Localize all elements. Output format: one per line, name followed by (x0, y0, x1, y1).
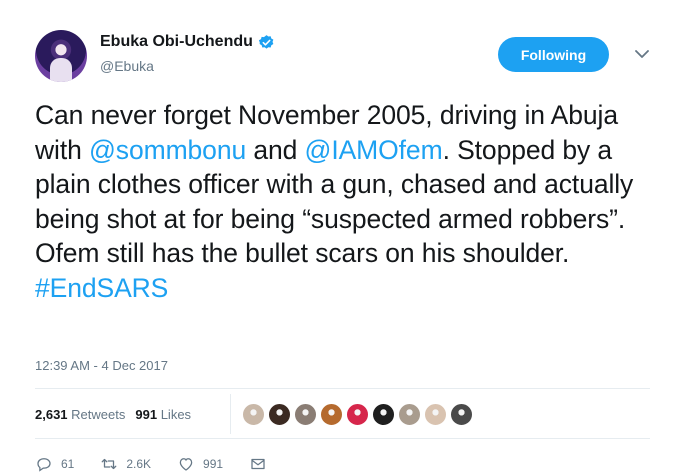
retweet-button[interactable]: 2.6K (100, 455, 151, 473)
divider (35, 438, 650, 439)
retweets-count: 2,631 (35, 407, 68, 422)
mention-link-sommbonu[interactable]: @sommbonu (89, 135, 246, 165)
tweet-timestamp[interactable]: 12:39 AM - 4 Dec 2017 (35, 358, 168, 373)
liker-avatars (242, 403, 473, 426)
avatar[interactable] (35, 30, 87, 82)
verified-badge-icon (258, 34, 274, 49)
hashtag-link-endsars[interactable]: #EndSARS (35, 273, 168, 303)
liker-avatar[interactable] (450, 403, 473, 426)
liker-avatar[interactable] (268, 403, 291, 426)
heart-icon (179, 458, 193, 471)
tweet-text-segment: and (246, 134, 305, 165)
tweet-stats: 2,631 Retweets 991 Likes (35, 407, 191, 422)
likes-stat[interactable]: 991 Likes (135, 407, 191, 422)
divider (35, 388, 650, 389)
author-handle[interactable]: @Ebuka (100, 58, 154, 74)
likes-label: Likes (160, 407, 192, 422)
retweet-count: 2.6K (126, 457, 152, 471)
envelope-icon (251, 458, 265, 470)
liker-avatar[interactable] (320, 403, 343, 426)
reply-icon (37, 458, 51, 472)
stats-separator (230, 394, 231, 434)
tweet-actions: 61 2.6K 991 (35, 455, 293, 473)
retweets-stat[interactable]: 2,631 Retweets (35, 407, 125, 422)
liker-avatar[interactable] (242, 403, 265, 426)
liker-avatar[interactable] (424, 403, 447, 426)
retweets-label: Retweets (71, 407, 126, 422)
tweet-text: Can never forget November 2005, driving … (35, 98, 660, 305)
chevron-down-icon[interactable] (632, 44, 652, 64)
likes-count: 991 (135, 407, 158, 422)
following-button[interactable]: Following (498, 37, 609, 72)
liker-avatar[interactable] (372, 403, 395, 426)
retweet-icon (101, 458, 117, 470)
direct-message-button[interactable] (249, 455, 267, 473)
liker-avatar[interactable] (398, 403, 421, 426)
mention-link-iamofem[interactable]: @IAMOfem (305, 135, 443, 165)
author-name-row[interactable]: Ebuka Obi-Uchendu (100, 33, 275, 51)
liker-avatar[interactable] (294, 403, 317, 426)
like-button[interactable]: 991 (177, 455, 223, 473)
reply-button[interactable]: 61 (35, 455, 74, 473)
like-count: 991 (203, 457, 224, 471)
liker-avatar[interactable] (346, 403, 369, 426)
reply-count: 61 (61, 457, 75, 471)
author-display-name[interactable]: Ebuka Obi-Uchendu (100, 33, 253, 51)
